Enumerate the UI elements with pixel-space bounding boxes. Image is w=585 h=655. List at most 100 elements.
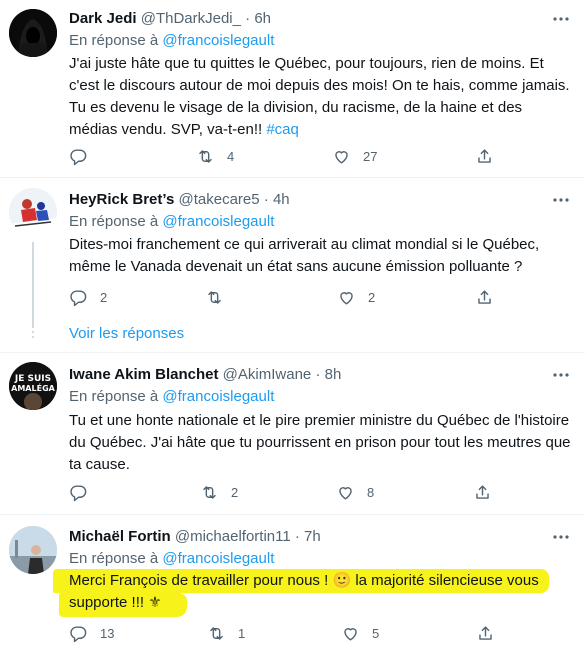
separator-dot: · bbox=[245, 10, 251, 27]
reply-prefix: En réponse à bbox=[69, 213, 159, 230]
retweet-button[interactable] bbox=[205, 287, 236, 307]
reply-button[interactable]: 2 bbox=[69, 287, 107, 307]
tweet-header: HeyRick Bret’s @takecare5 · 4h bbox=[69, 190, 290, 210]
tweet-dark-jedi[interactable]: Dark Jedi @ThDarkJedi_ · 6h En réponse à… bbox=[0, 0, 585, 178]
reply-prefix: En réponse à bbox=[69, 550, 159, 567]
retweet-button[interactable]: 2 bbox=[200, 482, 238, 502]
reply-count: 13 bbox=[100, 625, 115, 641]
tweet-text-part-3: supporte !!! bbox=[69, 594, 145, 611]
reply-context: En réponse à @francoislegault bbox=[69, 31, 274, 51]
avatar-michael-fortin[interactable] bbox=[9, 526, 57, 574]
author-name[interactable]: Dark Jedi bbox=[69, 10, 137, 27]
retweet-button[interactable]: 4 bbox=[196, 146, 234, 166]
avatar-dark-jedi[interactable] bbox=[9, 9, 57, 57]
reply-button[interactable] bbox=[69, 146, 100, 166]
share-icon bbox=[478, 148, 491, 163]
reply-icon bbox=[70, 625, 87, 642]
share-icon bbox=[476, 484, 489, 499]
share-button[interactable] bbox=[473, 482, 492, 502]
share-button[interactable] bbox=[475, 287, 494, 307]
amalega-badge-image: JE SUIS AMALÉGA bbox=[9, 362, 57, 410]
thread-dots bbox=[32, 326, 34, 340]
separator-dot: · bbox=[294, 528, 300, 545]
retweet-icon bbox=[199, 149, 212, 163]
separator-dot: · bbox=[315, 366, 321, 383]
share-icon bbox=[479, 625, 492, 640]
retweet-count: 1 bbox=[238, 625, 246, 641]
like-button[interactable]: 5 bbox=[341, 623, 379, 643]
reply-button[interactable]: 13 bbox=[69, 623, 114, 643]
avatar-iwane[interactable]: JE SUIS AMALÉGA bbox=[9, 362, 57, 410]
timestamp[interactable]: 6h bbox=[254, 10, 271, 27]
retweet-count: 4 bbox=[227, 148, 235, 164]
reply-icon bbox=[70, 484, 87, 501]
tweet-heyrick[interactable]: HeyRick Bret’s @takecare5 · 4h En répons… bbox=[0, 178, 585, 353]
like-button[interactable]: 27 bbox=[332, 146, 377, 166]
tweet-text: Merci François de travailler pour nous !… bbox=[53, 569, 569, 617]
tweet-header: Iwane Akim Blanchet @AkimIwane · 8h bbox=[69, 365, 341, 385]
skier-image bbox=[9, 188, 57, 236]
person-outdoor-image bbox=[9, 526, 57, 574]
tweet-header: Dark Jedi @ThDarkJedi_ · 6h bbox=[69, 9, 271, 29]
tweet-text-content: J'ai juste hâte que tu quittes le Québec… bbox=[69, 55, 570, 138]
reply-to-handle[interactable]: @francoislegault bbox=[162, 550, 274, 567]
retweet-button[interactable]: 1 bbox=[207, 623, 245, 643]
separator-dot: · bbox=[263, 191, 269, 208]
tweet-actions: 13 1 5 bbox=[69, 623, 499, 643]
retweet-count: 2 bbox=[231, 484, 239, 500]
avatar-text-line-1: JE SUIS bbox=[14, 374, 51, 384]
tweet-iwane[interactable]: JE SUIS AMALÉGA Iwane Akim Blanchet @Aki… bbox=[0, 353, 585, 515]
tweet-text-part-1: Merci François de travailler pour nous ! bbox=[69, 572, 329, 589]
heart-icon bbox=[335, 150, 348, 164]
author-handle[interactable]: @michaelfortin11 bbox=[175, 528, 291, 545]
more-options-icon[interactable] bbox=[551, 9, 571, 29]
tweet-text: Tu et une honte nationale et le pire pre… bbox=[69, 410, 574, 476]
heart-icon bbox=[339, 486, 352, 500]
author-name[interactable]: HeyRick Bret’s bbox=[69, 191, 174, 208]
show-replies-link[interactable]: Voir les réponses bbox=[69, 324, 184, 344]
tweet-text-content: Tu et une honte nationale et le pire pre… bbox=[69, 412, 571, 473]
fleur-de-lis-emoji-icon: ⚜ bbox=[148, 594, 162, 611]
avatar-heyrick[interactable] bbox=[9, 188, 57, 236]
timestamp[interactable]: 8h bbox=[325, 366, 342, 383]
author-handle[interactable]: @ThDarkJedi_ bbox=[141, 10, 241, 27]
like-count: 8 bbox=[367, 484, 375, 500]
author-handle[interactable]: @AkimIwane bbox=[223, 366, 312, 383]
retweet-icon bbox=[210, 626, 223, 640]
reply-prefix: En réponse à bbox=[69, 32, 159, 49]
share-button[interactable] bbox=[475, 146, 494, 166]
retweet-icon bbox=[208, 290, 221, 304]
tweet-header: Michaël Fortin @michaelfortin11 · 7h bbox=[69, 527, 321, 547]
more-options-icon[interactable] bbox=[551, 365, 571, 385]
thread-line bbox=[32, 242, 34, 328]
reply-to-handle[interactable]: @francoislegault bbox=[162, 213, 274, 230]
like-button[interactable]: 2 bbox=[337, 287, 375, 307]
more-options-icon[interactable] bbox=[551, 190, 571, 210]
tweet-actions: 2 8 bbox=[69, 482, 499, 502]
share-icon bbox=[478, 289, 491, 304]
author-handle[interactable]: @takecare5 bbox=[179, 191, 260, 208]
tweet-text: J'ai juste hâte que tu quittes le Québec… bbox=[69, 53, 574, 141]
reply-count: 2 bbox=[100, 289, 108, 305]
share-button[interactable] bbox=[476, 623, 495, 643]
tweet-text-content: Dites-moi franchement ce qui arriverait … bbox=[69, 236, 540, 275]
reply-to-handle[interactable]: @francoislegault bbox=[162, 32, 274, 49]
reply-button[interactable] bbox=[69, 482, 100, 502]
tweet-michael-fortin[interactable]: Michaël Fortin @michaelfortin11 · 7h En … bbox=[0, 515, 585, 655]
reply-icon bbox=[70, 289, 87, 306]
author-name[interactable]: Iwane Akim Blanchet bbox=[69, 366, 219, 383]
reply-prefix: En réponse à bbox=[69, 388, 159, 405]
reply-to-handle[interactable]: @francoislegault bbox=[162, 388, 274, 405]
author-name[interactable]: Michaël Fortin bbox=[69, 528, 171, 545]
tweet-actions: 4 27 bbox=[69, 146, 499, 166]
heart-icon bbox=[340, 291, 353, 305]
tweet-text-part-2: la majorité silencieuse vous bbox=[355, 572, 539, 589]
timestamp[interactable]: 7h bbox=[304, 528, 321, 545]
like-button[interactable]: 8 bbox=[336, 482, 374, 502]
retweet-icon bbox=[203, 485, 216, 499]
hashtag-link[interactable]: #caq bbox=[266, 121, 299, 138]
hooded-figure-image bbox=[9, 9, 57, 57]
more-options-icon[interactable] bbox=[551, 527, 571, 547]
like-count: 5 bbox=[372, 625, 380, 641]
timestamp[interactable]: 4h bbox=[273, 191, 290, 208]
